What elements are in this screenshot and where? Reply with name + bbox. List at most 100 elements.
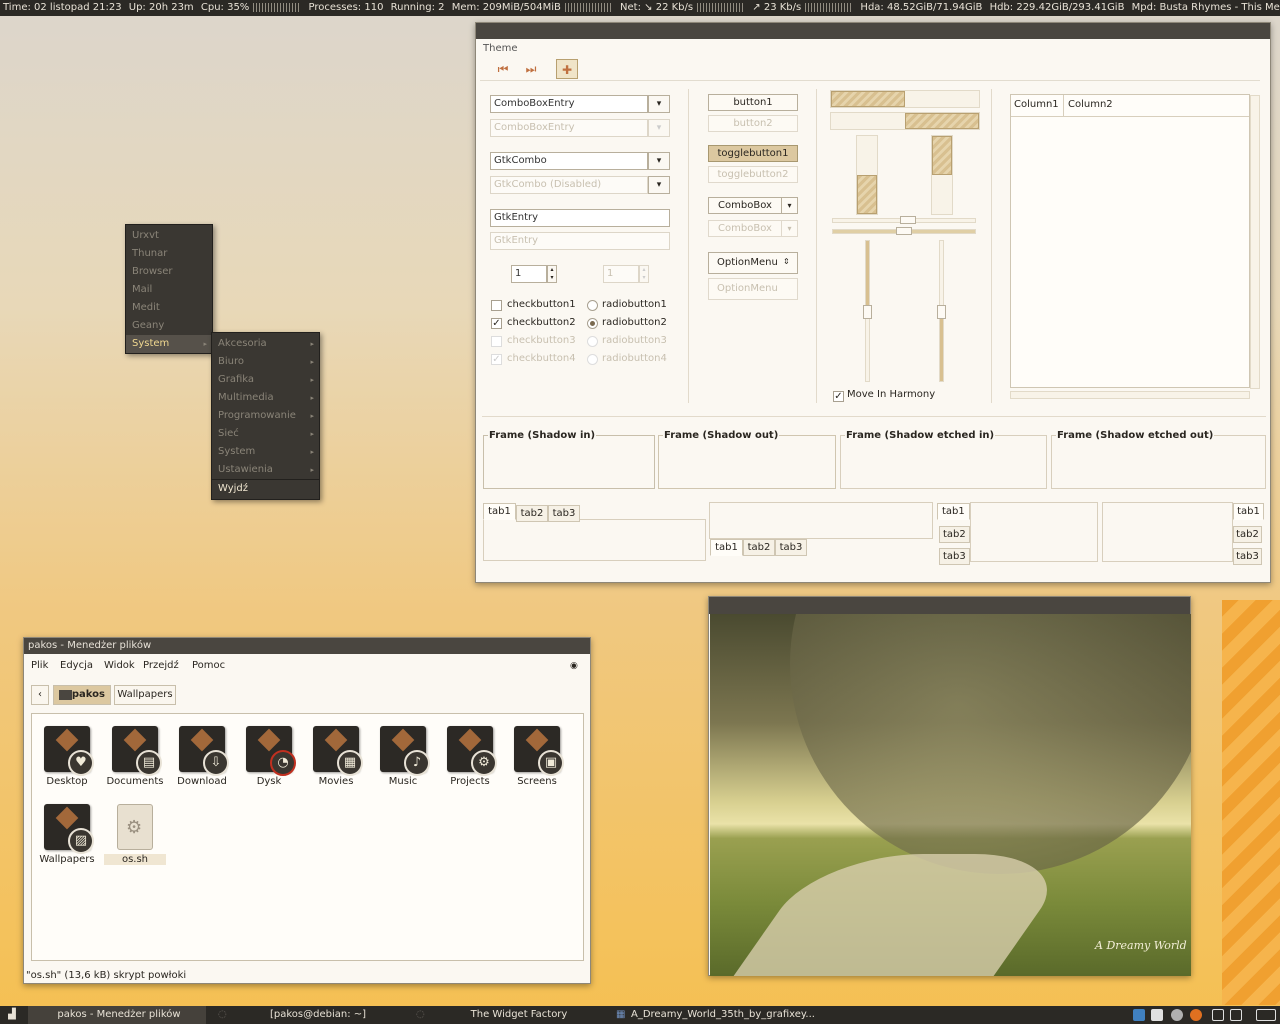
path-pakos[interactable]: pakos — [53, 685, 111, 705]
back-button[interactable]: ‹ — [31, 685, 49, 705]
net-up-readout: ↗ 23 Kb/s — [752, 2, 802, 13]
file-movies[interactable]: ▦ Movies — [305, 726, 367, 787]
go-last-icon[interactable]: ⏭ — [520, 59, 542, 79]
add-icon[interactable]: ✚ — [556, 59, 578, 79]
menu-item-browser[interactable]: Browser — [126, 263, 212, 281]
menu-launcher-icon[interactable]: ▟ — [4, 1006, 26, 1024]
menu-item-thunar[interactable]: Thunar — [126, 245, 212, 263]
column2-header[interactable]: Column2 — [1068, 99, 1113, 111]
pager-icon[interactable] — [1256, 1009, 1276, 1021]
task-file-manager[interactable]: pakos - Menedżer plików — [28, 1006, 206, 1024]
clipboard-icon[interactable] — [1151, 1009, 1163, 1021]
gtkcombo-dropdown[interactable]: ▾ — [648, 152, 670, 170]
window-list-icon[interactable] — [1212, 1009, 1224, 1021]
task-terminal[interactable]: [pakos@debian: ~] — [226, 1006, 406, 1024]
file-documents[interactable]: ▤ Documents — [104, 726, 166, 787]
gtkentry[interactable]: GtkEntry — [490, 209, 670, 227]
column1-header[interactable]: Column1 — [1014, 99, 1059, 111]
go-first-icon[interactable]: ⏮ — [492, 59, 514, 79]
menu-item-geany[interactable]: Geany — [126, 317, 212, 335]
button1[interactable]: button1 — [708, 94, 798, 111]
notebook-top-tab1[interactable]: tab1 — [483, 503, 516, 520]
network-icon[interactable] — [1133, 1009, 1145, 1021]
gtkcombo-disabled-dropdown: ▾ — [648, 176, 670, 194]
menu-przejdz[interactable]: Przejdź — [143, 656, 179, 676]
music-icon: ♪ — [404, 750, 430, 776]
submenu-multimedia[interactable]: Multimedia ▸ — [212, 389, 319, 407]
combobox[interactable]: ComboBox — [708, 197, 782, 214]
notebook-bottom-tab2[interactable]: tab2 — [743, 539, 775, 556]
file-download[interactable]: ⇩ Download — [171, 726, 233, 787]
menu-plik[interactable]: Plik — [31, 656, 48, 676]
notebook-left-tab3[interactable]: tab3 — [939, 548, 970, 565]
menu-item-system[interactable]: System ▸ — [126, 335, 212, 353]
radiobutton1[interactable] — [587, 300, 598, 311]
combobox-arrow[interactable]: ▾ — [781, 197, 798, 214]
submenu-wyjdz[interactable]: Wyjdź — [212, 479, 319, 497]
submenu-siec[interactable]: Sieć ▸ — [212, 425, 319, 443]
file-os-sh[interactable]: ⚙ os.sh — [104, 804, 166, 865]
notebook-right-tab2[interactable]: tab2 — [1233, 526, 1262, 543]
image-viewer-titlebar[interactable] — [709, 597, 1190, 614]
notebook-bottom-tab1[interactable]: tab1 — [710, 539, 743, 556]
comboboxentry[interactable]: ComboBoxEntry — [490, 95, 648, 113]
file-desktop[interactable]: ♥ Desktop — [36, 726, 98, 787]
tree-view[interactable] — [1010, 94, 1250, 388]
submenu-system[interactable]: System ▸ — [212, 443, 319, 461]
spin-button[interactable]: 1 — [511, 265, 547, 283]
move-harmony-checkbox[interactable]: ✓ — [833, 391, 844, 402]
notebook-top-tab3[interactable]: tab3 — [548, 505, 580, 522]
menu-item-urxvt[interactable]: Urxvt — [126, 227, 212, 245]
notebook-left-tab1[interactable]: tab1 — [937, 503, 970, 520]
file-label: os.sh — [104, 854, 166, 865]
togglebutton1[interactable]: togglebutton1 — [708, 145, 798, 162]
radiobutton2[interactable] — [587, 318, 598, 329]
submenu-akcesoria[interactable]: Akcesoria ▸ — [212, 335, 319, 353]
submenu-akcesoria-label: Akcesoria — [218, 338, 267, 349]
tree-hscrollbar[interactable] — [1010, 391, 1250, 399]
file-screens[interactable]: ▣ Screens — [506, 726, 568, 787]
task-image-viewer[interactable]: A_Dreamy_World_35th_by_grafixey... — [627, 1006, 817, 1024]
notebook-right-tab3[interactable]: tab3 — [1233, 548, 1262, 565]
submenu-programowanie[interactable]: Programowanie ▸ — [212, 407, 319, 425]
task-widget-factory[interactable]: The Widget Factory — [424, 1006, 610, 1024]
volume-icon[interactable] — [1171, 1009, 1183, 1021]
menu-widok[interactable]: Widok — [104, 656, 135, 676]
firefox-icon[interactable] — [1190, 1009, 1202, 1021]
menu-item-medit[interactable]: Medit — [126, 299, 212, 317]
submenu-biuro[interactable]: Biuro ▸ — [212, 353, 319, 371]
folder-icon: ⚙ — [447, 726, 497, 776]
notebook-left-tab2[interactable]: tab2 — [939, 526, 970, 543]
file-manager-titlebar[interactable]: pakos - Menedżer plików — [24, 638, 590, 654]
hscale-1-slider[interactable] — [900, 216, 916, 224]
comboboxentry-dropdown[interactable]: ▾ — [648, 95, 670, 113]
tree-vscrollbar[interactable] — [1250, 95, 1260, 389]
path-wallpapers[interactable]: Wallpapers — [114, 685, 176, 705]
file-wallpapers[interactable]: ▨ Wallpapers — [36, 804, 98, 865]
notebook-bottom-tab3[interactable]: tab3 — [775, 539, 807, 556]
optionmenu-arrows: ⇕ — [783, 257, 790, 266]
checkbutton2-box[interactable]: ✓ — [491, 318, 502, 329]
vscale-2-slider[interactable] — [937, 305, 946, 319]
notebook-right-tab1[interactable]: tab1 — [1233, 503, 1264, 520]
notebook-top-tab2[interactable]: tab2 — [516, 505, 548, 522]
menu-item-mail[interactable]: Mail — [126, 281, 212, 299]
submenu-grafika[interactable]: Grafika ▸ — [212, 371, 319, 389]
icon-view[interactable]: ♥ Desktop ▤ Documents ⇩ Download ◔ Dysk ▦ Mov… — [31, 713, 584, 961]
desktop-icon[interactable] — [1230, 1009, 1242, 1021]
separator — [991, 89, 992, 403]
theme-titlebar[interactable] — [476, 23, 1270, 39]
file-music[interactable]: ♪ Music — [372, 726, 434, 787]
folder-icon: ▣ — [514, 726, 564, 776]
hscale-2-slider[interactable] — [896, 227, 912, 235]
file-dysk[interactable]: ◔ Dysk — [238, 726, 300, 787]
checkbutton1-box[interactable] — [491, 300, 502, 311]
file-projects[interactable]: ⚙ Projects — [439, 726, 501, 787]
vscale-1-slider[interactable] — [863, 305, 872, 319]
menu-edycja[interactable]: Edycja — [60, 656, 93, 676]
download-icon: ⇩ — [203, 750, 229, 776]
menu-pomoc[interactable]: Pomoc — [192, 656, 225, 676]
submenu-ustawienia[interactable]: Ustawienia ▸ — [212, 461, 319, 479]
gtkcombo[interactable]: GtkCombo — [490, 152, 648, 170]
spin-arrows[interactable]: ▴ ▾ — [547, 265, 557, 283]
